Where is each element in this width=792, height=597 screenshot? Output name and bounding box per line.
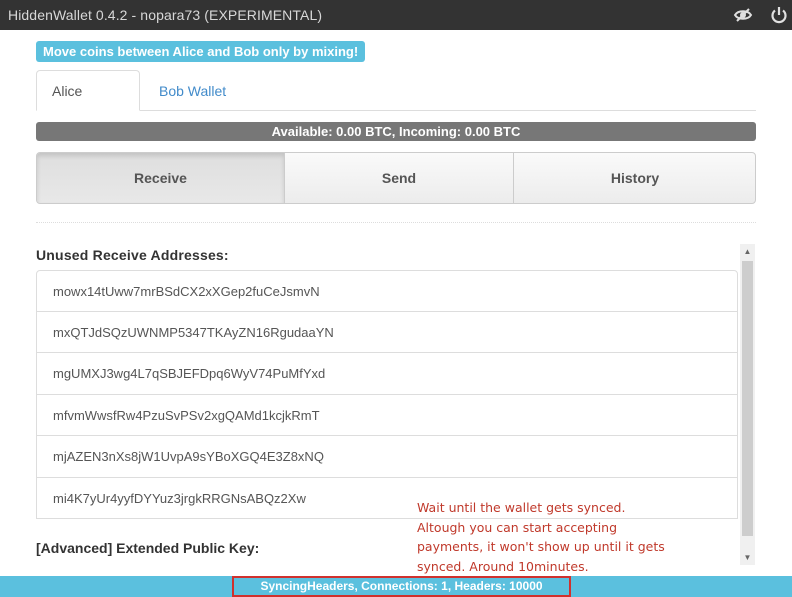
tab-alice-wallet[interactable]: Alice Wallet (36, 70, 140, 139)
sync-status: SyncingHeaders, Connections: 1, Headers:… (232, 576, 571, 597)
address-item[interactable]: mfvmWwsfRw4PzuSvPSv2xgQAMd1kcjkRmT (36, 394, 738, 436)
mixing-banner: Move coins between Alice and Bob only by… (36, 41, 366, 62)
sync-annotation: Wait until the wallet gets synced. Altou… (417, 498, 679, 576)
receive-button[interactable]: Receive (37, 153, 285, 203)
window-title: HiddenWallet 0.4.2 - nopara73 (EXPERIMEN… (8, 7, 323, 23)
divider (36, 222, 756, 223)
action-button-group: Receive Send History (36, 152, 756, 204)
scrollbar-thumb[interactable] (742, 261, 753, 536)
address-list: mowx14tUww7mrBSdCX2xXGep2fuCeJsmvN mxQTJ… (36, 270, 738, 519)
history-button[interactable]: History (514, 153, 755, 203)
note-line: payments, it won't show up until it gets (417, 539, 665, 554)
extended-public-key-heading: [Advanced] Extended Public Key: (36, 540, 260, 556)
vertical-scrollbar[interactable]: ▲ ▼ (740, 244, 755, 565)
balance-bar: Available: 0.00 BTC, Incoming: 0.00 BTC (36, 122, 756, 141)
power-icon[interactable] (768, 4, 790, 26)
send-button[interactable]: Send (285, 153, 514, 203)
title-bar: HiddenWallet 0.4.2 - nopara73 (EXPERIMEN… (0, 0, 792, 30)
wallet-tabs: Alice Wallet Bob Wallet (36, 70, 756, 139)
address-item[interactable]: mxQTJdSQzUWNMP5347TKAyZN16RgudaaYN (36, 311, 738, 353)
note-line: synced. Around 10minutes. (417, 558, 589, 574)
eye-slash-icon[interactable] (732, 4, 754, 26)
tab-bob-wallet[interactable]: Bob Wallet (143, 70, 242, 111)
address-item[interactable]: mgUMXJ3wg4L7qSBJEFDpq6WyV74PuMfYxd (36, 353, 738, 395)
status-bar: SyncingHeaders, Connections: 1, Headers:… (0, 576, 792, 597)
unused-addresses-heading: Unused Receive Addresses: (36, 247, 229, 263)
scroll-down-icon[interactable]: ▼ (740, 550, 755, 565)
scroll-up-icon[interactable]: ▲ (740, 244, 755, 259)
note-line: Altough you can start accepting (417, 519, 618, 535)
note-line: Wait until the wallet gets synced. (417, 500, 626, 515)
address-item[interactable]: mowx14tUww7mrBSdCX2xXGep2fuCeJsmvN (36, 270, 738, 312)
address-item[interactable]: mjAZEN3nXs8jW1UvpA9sYBoXGQ4E3Z8xNQ (36, 436, 738, 478)
